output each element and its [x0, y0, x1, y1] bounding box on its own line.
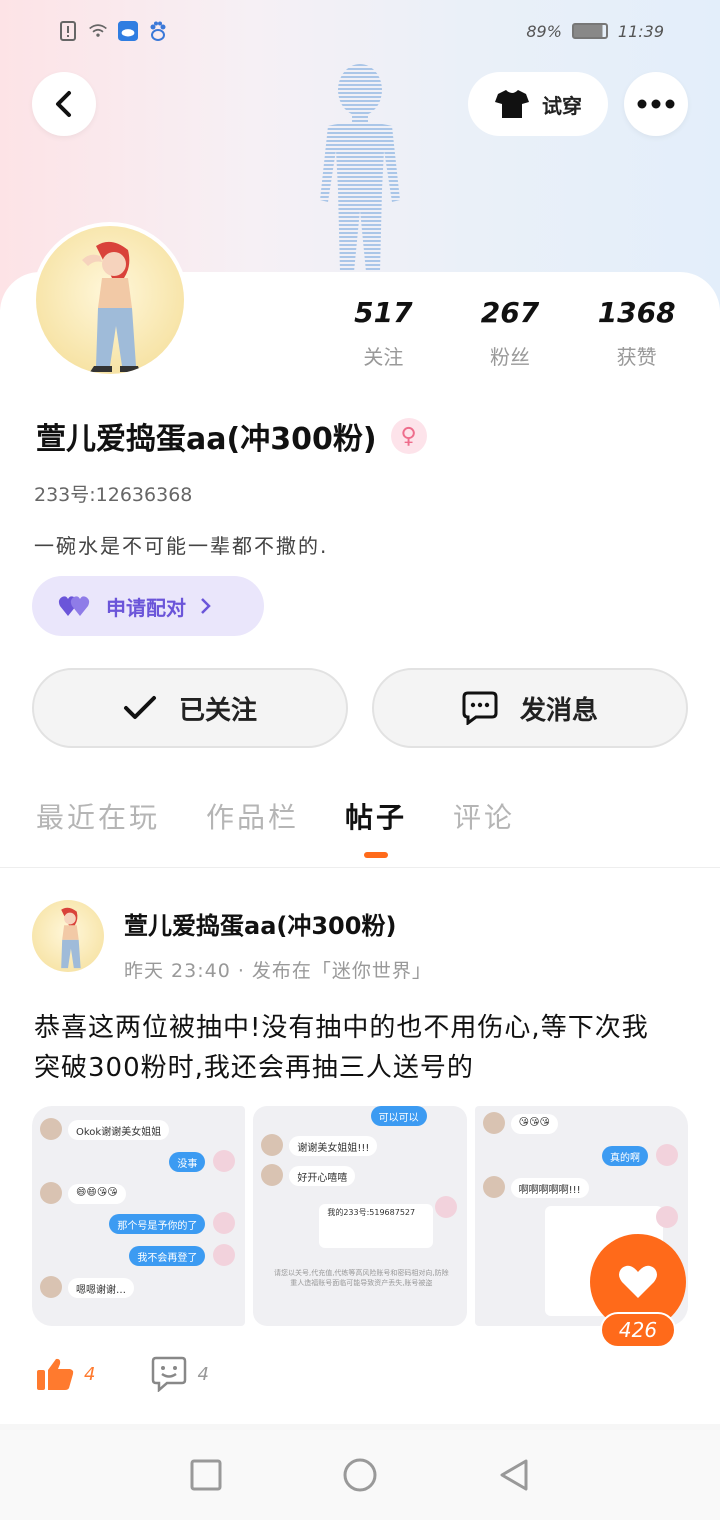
comment-count: 4	[197, 1363, 209, 1385]
baidu-icon	[148, 21, 168, 41]
chat-avatar	[482, 1112, 505, 1134]
chat-avatar	[482, 1176, 505, 1198]
chat-avatar	[213, 1150, 236, 1172]
followed-button[interactable]: 已关注	[32, 668, 348, 748]
profile-bio: 一碗水是不可能一辈都不撒的.	[34, 534, 329, 558]
chat-avatar	[655, 1144, 678, 1166]
chat-avatar	[40, 1276, 62, 1298]
stat-label: 获赞	[616, 345, 657, 369]
recent-apps-icon[interactable]	[190, 1459, 222, 1491]
female-gender-icon: ♀	[390, 418, 427, 454]
battery-percent: 89%	[526, 21, 562, 41]
system-notice: 请您以关号,代充值,代练等高风险账号和密码相对向,防除重人造福账号面临可能导致资…	[273, 1269, 449, 1287]
chat-bubble: 我不会再登了	[129, 1246, 206, 1266]
heart-icon	[619, 1265, 657, 1298]
tab-recently-played[interactable]: 最近在玩	[36, 796, 160, 856]
profile-stats: 517 关注 267 粉丝 1368 获赞	[320, 296, 700, 370]
chat-avatar	[40, 1182, 62, 1204]
more-options-button[interactable]	[624, 72, 688, 136]
followed-label: 已关注	[178, 695, 257, 726]
floating-like-count: 426	[600, 1312, 676, 1348]
chat-bubble: 可以可以	[370, 1106, 427, 1126]
avatar-3d-model	[320, 64, 400, 272]
chat-avatar	[434, 1196, 457, 1218]
like-count: 4	[84, 1363, 96, 1385]
post-actions: 4 4	[36, 1356, 209, 1392]
system-navigation-bar	[0, 1430, 720, 1520]
post-image-1[interactable]: Okok谢谢美女姐姐 没事 😄😄😘😘 那个号是予你的了 我不会再登了 嗯嗯谢谢…	[32, 1106, 246, 1326]
stat-likes[interactable]: 1368 获赞	[573, 296, 700, 370]
stat-value: 267	[480, 296, 540, 329]
stat-label: 关注	[363, 345, 404, 369]
stat-label: 粉丝	[490, 345, 530, 369]
chat-bubble: 我的233号:519687527	[319, 1204, 434, 1248]
post-text[interactable]: 恭喜这两位被抽中!没有抽中的也不用伤心,等下次我突破300粉时,我还会再抽三人送…	[34, 1008, 674, 1088]
back-arrow-icon	[56, 91, 71, 117]
post-author-name[interactable]: 萱儿爱捣蛋aa(冲300粉)	[124, 906, 396, 941]
chat-avatar	[261, 1164, 284, 1186]
chat-bubble: 😘😘😘	[510, 1114, 558, 1134]
comment-icon	[152, 1356, 187, 1392]
post-image-2[interactable]: 可以可以 谢谢美女姐姐!!! 好开心嘻嘻 我的233号:519687527 请您…	[253, 1106, 467, 1326]
thumbs-up-icon	[37, 1358, 74, 1390]
profile-avatar[interactable]	[32, 222, 188, 378]
stat-value: 1368	[597, 296, 676, 329]
chat-bubble: 啊啊啊啊啊!!!	[510, 1178, 589, 1198]
clock: 11:39	[617, 21, 664, 41]
status-bar: 89% 11:39	[0, 0, 720, 62]
profile-username-row: 萱儿爱捣蛋aa(冲300粉) ♀	[36, 414, 427, 458]
chat-bubble: 😄😄😘😘	[68, 1184, 126, 1204]
check-icon	[123, 696, 156, 719]
try-on-button[interactable]: 试穿	[468, 72, 608, 136]
sim-alert-icon	[58, 21, 78, 41]
back-button[interactable]	[32, 72, 96, 136]
home-icon[interactable]	[342, 1457, 378, 1493]
chat-avatar	[213, 1244, 236, 1266]
profile-tabs: 最近在玩 作品栏 帖子 评论	[0, 796, 720, 868]
send-message-label: 发消息	[519, 695, 598, 726]
chat-bubble: 谢谢美女姐姐!!!	[289, 1136, 378, 1156]
battery-icon	[571, 23, 608, 39]
avatar-character-image	[61, 907, 81, 969]
post-meta: 昨天 23:40 · 发布在「迷你世界」	[124, 960, 432, 982]
chat-bubble: Okok谢谢美女姐姐	[68, 1120, 170, 1140]
tab-comments[interactable]: 评论	[453, 796, 515, 856]
post-author-avatar[interactable]	[32, 900, 104, 972]
comment-button[interactable]: 4	[151, 1356, 209, 1392]
chat-avatar	[655, 1206, 678, 1228]
chat-avatar	[261, 1134, 284, 1156]
double-heart-icon	[58, 596, 90, 616]
apply-pair-button[interactable]: 申请配对	[32, 576, 264, 636]
chat-bubble: 好开心嘻嘻	[289, 1166, 356, 1186]
wifi-icon	[88, 21, 108, 41]
like-button[interactable]: 4	[36, 1357, 95, 1391]
profile-uid: 233号:12636368	[34, 484, 193, 506]
stat-followers[interactable]: 267 粉丝	[447, 296, 574, 370]
chevron-right-icon	[201, 598, 211, 614]
chat-avatar	[213, 1212, 236, 1234]
chat-bubble-icon	[462, 691, 498, 725]
avatar-character-image	[82, 241, 140, 372]
chat-avatar	[40, 1118, 62, 1140]
chat-bubble: 真的啊	[601, 1146, 648, 1166]
chat-bubble: 嗯嗯谢谢…	[68, 1278, 134, 1298]
apply-pair-label: 申请配对	[106, 595, 186, 620]
profile-username: 萱儿爱捣蛋aa(冲300粉)	[36, 422, 377, 457]
chat-bubble: 没事	[169, 1152, 206, 1172]
back-triangle-icon[interactable]	[498, 1458, 530, 1492]
send-message-button[interactable]: 发消息	[372, 668, 688, 748]
tab-works[interactable]: 作品栏	[206, 796, 299, 856]
post-image-gallery: Okok谢谢美女姐姐 没事 😄😄😘😘 那个号是予你的了 我不会再登了 嗯嗯谢谢……	[32, 1106, 688, 1326]
tab-posts[interactable]: 帖子	[345, 796, 407, 856]
try-on-label: 试穿	[542, 93, 582, 118]
stat-value: 517	[354, 296, 413, 329]
chat-bubble: 那个号是予你的了	[109, 1214, 206, 1234]
tshirt-icon	[495, 90, 529, 118]
stat-following[interactable]: 517 关注	[320, 296, 447, 370]
more-dots-icon	[637, 99, 675, 109]
app-notification-icon	[118, 21, 138, 41]
